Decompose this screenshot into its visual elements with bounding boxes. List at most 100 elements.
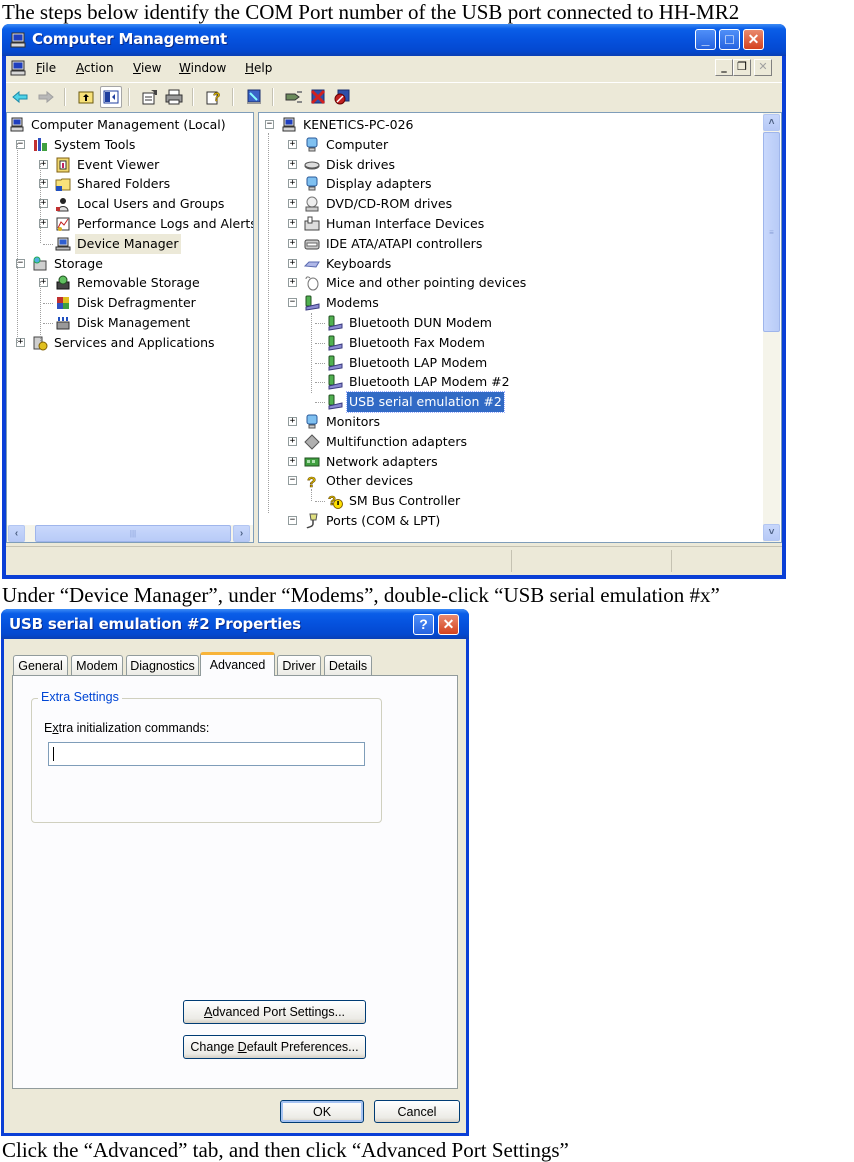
- print-button[interactable]: [164, 87, 184, 107]
- tree-item[interactable]: + DVD/CD-ROM drives: [259, 194, 781, 214]
- tree-item[interactable]: − KENETICS-PC-026: [259, 115, 781, 135]
- expand-icon[interactable]: +: [288, 258, 297, 268]
- close-button[interactable]: ✕: [438, 614, 459, 635]
- tree-item[interactable]: −? Other devices: [259, 471, 781, 491]
- expand-icon[interactable]: +: [288, 179, 297, 189]
- up-one-level-button[interactable]: [76, 87, 96, 107]
- extra-init-commands-input[interactable]: [48, 742, 365, 766]
- tree-item[interactable]: + Display adapters: [259, 174, 781, 194]
- scroll-thumb[interactable]: ≡: [763, 132, 780, 332]
- expand-icon[interactable]: +: [288, 159, 297, 169]
- tab-general[interactable]: General: [13, 655, 68, 675]
- collapse-icon[interactable]: −: [288, 298, 297, 308]
- mdi-minimize-button[interactable]: _: [715, 59, 733, 76]
- tree-item[interactable]: − System Tools: [7, 135, 253, 155]
- warning-device-icon: ?: [328, 493, 343, 510]
- tree-item[interactable]: + Mice and other pointing devices: [259, 273, 781, 293]
- update-driver-button[interactable]: [284, 87, 304, 107]
- expand-icon[interactable]: +: [288, 417, 297, 426]
- tree-item-label: IDE ATA/ATAPI controllers: [326, 235, 483, 251]
- collapse-icon[interactable]: −: [265, 120, 274, 129]
- menu-action[interactable]: Action: [76, 61, 114, 75]
- tree-item[interactable]: Disk Management: [7, 313, 253, 333]
- tree-connector: [268, 133, 269, 513]
- scroll-thumb[interactable]: |||: [35, 525, 231, 542]
- minimize-button[interactable]: _: [695, 29, 716, 50]
- expand-icon[interactable]: +: [288, 278, 297, 288]
- menu-window[interactable]: Window: [179, 61, 226, 75]
- maximize-icon: □: [725, 31, 734, 47]
- ok-button[interactable]: OK: [280, 1100, 364, 1123]
- menu-view[interactable]: View: [133, 61, 161, 75]
- tree-item[interactable]: + Computer: [259, 135, 781, 155]
- scroll-up-button[interactable]: ˄: [763, 114, 780, 131]
- tree-item[interactable]: + Local Users and Groups: [7, 194, 253, 214]
- tree-item[interactable]: Bluetooth Fax Modem: [259, 333, 781, 353]
- tree-item[interactable]: + Network adapters: [259, 452, 781, 472]
- help-button[interactable]: ?: [413, 614, 434, 635]
- close-button[interactable]: ✕: [743, 29, 764, 50]
- tree-item[interactable]: + IDE ATA/ATAPI controllers: [259, 234, 781, 254]
- performance-icon: [56, 217, 70, 231]
- device-tree-pane: − KENETICS-PC-026 + Computer + Disk drives + Di…: [258, 112, 782, 543]
- tree-item[interactable]: Disk Defragmenter: [7, 293, 253, 313]
- collapse-icon[interactable]: −: [288, 476, 297, 486]
- scroll-left-button[interactable]: ‹: [8, 525, 25, 542]
- maximize-button[interactable]: □: [719, 29, 740, 50]
- device-tree-vertical-scrollbar[interactable]: ˄ ≡ ˅: [763, 113, 780, 542]
- tree-item[interactable]: Bluetooth DUN Modem: [259, 313, 781, 333]
- scan-hardware-button[interactable]: [244, 87, 264, 107]
- properties-button[interactable]: [140, 87, 160, 107]
- tree-item[interactable]: + Performance Logs and Alerts: [7, 214, 253, 234]
- tab-modem[interactable]: Modem: [71, 655, 123, 675]
- title-bar[interactable]: Computer Management _ □ ✕: [2, 24, 786, 56]
- tree-item[interactable]: + Removable Storage: [7, 273, 253, 293]
- forward-button[interactable]: [36, 87, 56, 107]
- collapse-icon[interactable]: −: [288, 516, 297, 525]
- expand-icon[interactable]: +: [288, 219, 297, 228]
- tree-item[interactable]: + Multifunction adapters: [259, 432, 781, 452]
- tree-item[interactable]: Bluetooth LAP Modem: [259, 353, 781, 373]
- expand-icon[interactable]: +: [288, 238, 297, 248]
- mmc-system-menu-icon[interactable]: [10, 60, 26, 76]
- tree-item[interactable]: ? SM Bus Controller: [259, 491, 781, 511]
- tab-driver[interactable]: Driver: [277, 655, 321, 675]
- menu-help[interactable]: Help: [245, 61, 272, 75]
- change-default-preferences-button[interactable]: Change Default Preferences...: [183, 1035, 366, 1059]
- scroll-right-button[interactable]: ›: [233, 525, 250, 542]
- tree-item[interactable]: Bluetooth LAP Modem #2: [259, 372, 781, 392]
- mdi-close-button[interactable]: ✕: [754, 59, 772, 76]
- show-hide-console-tree-button[interactable]: [100, 86, 122, 108]
- tree-item[interactable]: + Disk drives: [259, 155, 781, 175]
- tree-item[interactable]: + Human Interface Devices: [259, 214, 781, 234]
- mdi-restore-button[interactable]: ❐: [733, 59, 751, 76]
- menu-file[interactable]: File: [36, 61, 56, 75]
- dialog-title-bar[interactable]: USB serial emulation #2 Properties ? ✕: [1, 609, 469, 639]
- tree-item[interactable]: Device Manager: [7, 233, 253, 254]
- expand-icon[interactable]: +: [288, 139, 297, 149]
- tree-item[interactable]: + Services and Applications: [7, 333, 253, 353]
- tab-advanced[interactable]: Advanced: [200, 652, 275, 676]
- tree-item[interactable]: + Monitors: [259, 412, 781, 432]
- tree-item[interactable]: + Shared Folders: [7, 174, 253, 194]
- tree-item[interactable]: Computer Management (Local): [7, 115, 253, 135]
- back-button[interactable]: [10, 87, 30, 107]
- cancel-button[interactable]: Cancel: [374, 1100, 460, 1123]
- expand-icon[interactable]: +: [288, 199, 297, 209]
- tree-item[interactable]: − Storage: [7, 254, 253, 274]
- tab-diagnostics[interactable]: Diagnostics: [126, 655, 199, 675]
- tree-item[interactable]: + Event Viewer: [7, 155, 253, 175]
- help-button[interactable]: ?: [204, 87, 224, 107]
- tree-item[interactable]: − Modems: [259, 293, 781, 313]
- advanced-port-settings-button[interactable]: Advanced Port Settings...: [183, 1000, 366, 1024]
- scroll-down-button[interactable]: ˅: [763, 524, 780, 541]
- tab-details[interactable]: Details: [324, 655, 372, 675]
- uninstall-button[interactable]: [308, 87, 328, 107]
- expand-icon[interactable]: +: [288, 436, 297, 446]
- expand-icon[interactable]: +: [288, 456, 297, 466]
- tree-item[interactable]: USB serial emulation #2: [259, 391, 781, 414]
- tree-item[interactable]: + Keyboards: [259, 254, 781, 274]
- console-tree-horizontal-scrollbar[interactable]: ‹ ||| ›: [7, 525, 253, 542]
- tree-item[interactable]: − Ports (COM & LPT): [259, 511, 781, 531]
- disable-button[interactable]: [332, 87, 352, 107]
